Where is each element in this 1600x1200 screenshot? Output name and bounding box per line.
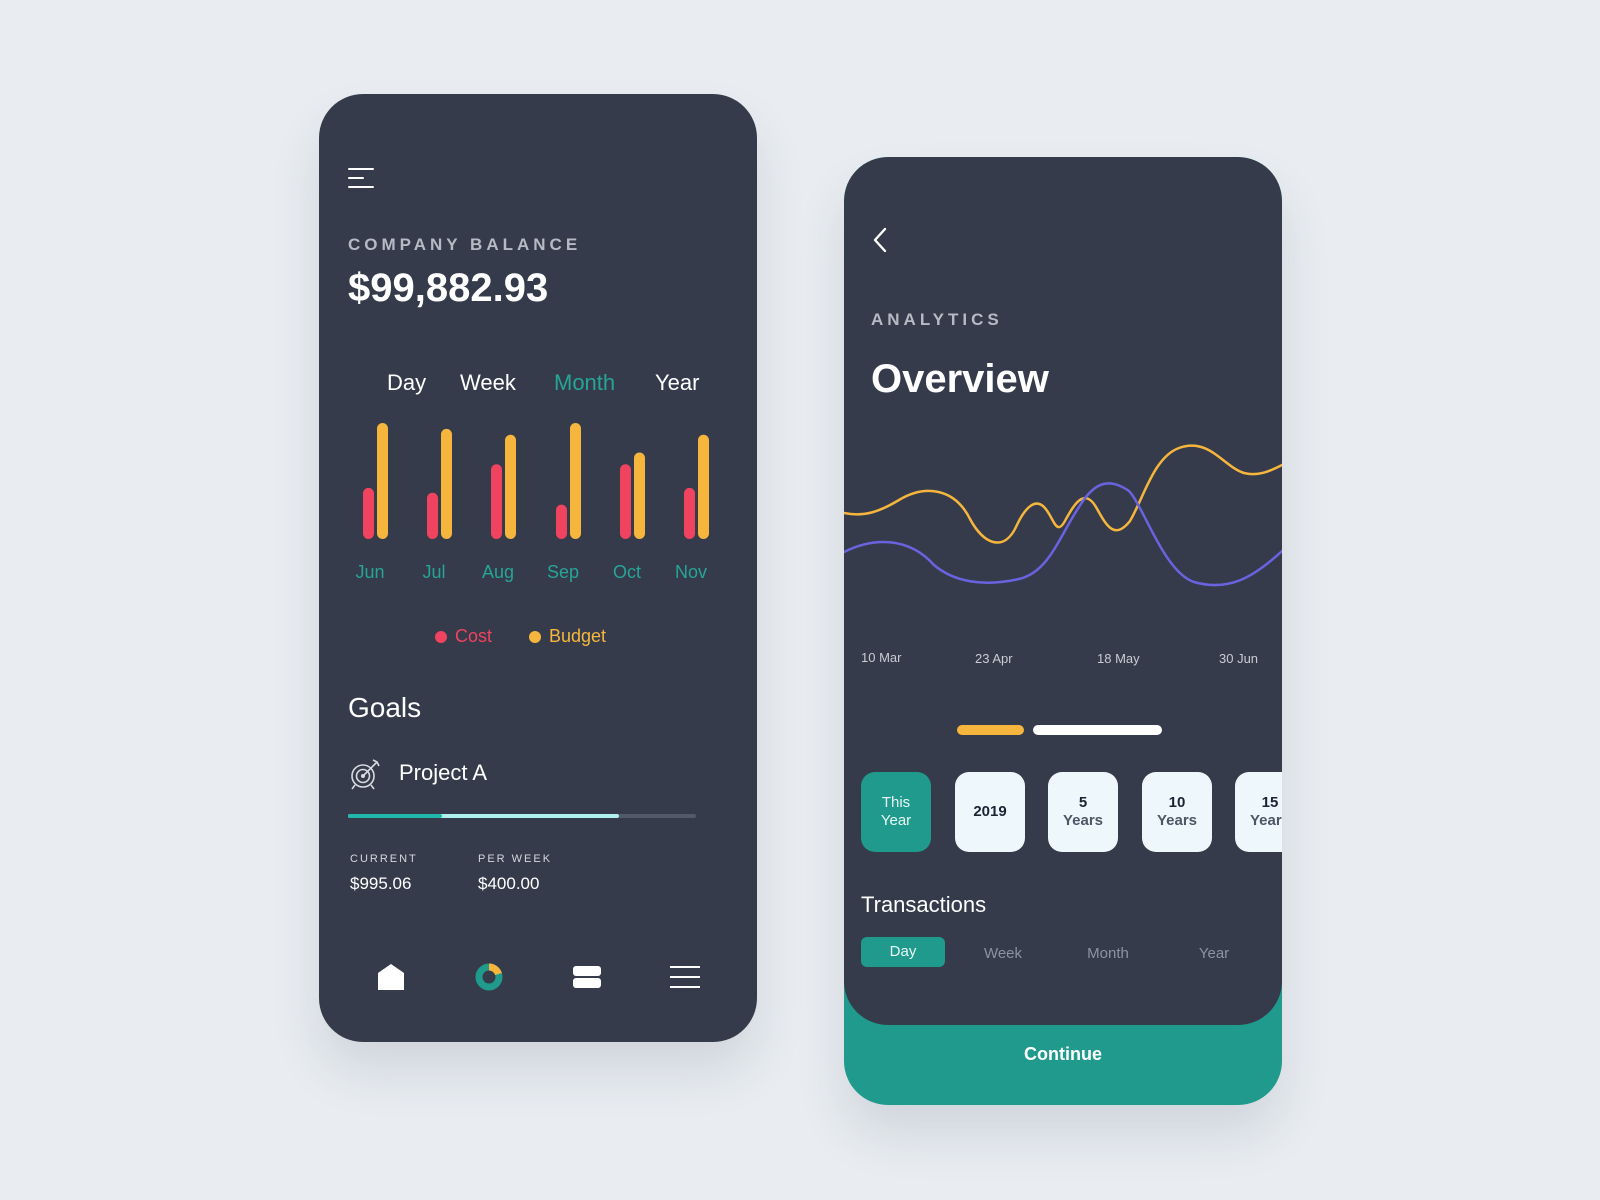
continue-button[interactable]: Continue bbox=[844, 1025, 1282, 1105]
legend-cost-dot bbox=[435, 630, 447, 643]
page-indicator-active[interactable] bbox=[957, 725, 1024, 735]
overview-title: Overview bbox=[871, 357, 1049, 401]
bar-cost-aug bbox=[491, 464, 502, 539]
chip-line1: 15 bbox=[1261, 794, 1279, 811]
bar-budget-sep bbox=[570, 422, 581, 539]
legend-cost: Cost bbox=[435, 626, 492, 647]
company-balance-value: $99,882.93 bbox=[348, 266, 549, 310]
menu-icon[interactable] bbox=[670, 965, 700, 989]
date-label-3: 18 May bbox=[1097, 651, 1140, 666]
month-label-jul: Jul bbox=[422, 562, 445, 582]
date-label-4: 30 Jun bbox=[1219, 651, 1259, 666]
page-indicator-inactive[interactable] bbox=[1033, 725, 1162, 735]
date-label-2: 23 Apr bbox=[975, 651, 1013, 666]
transactions-tab-day[interactable]: Day bbox=[861, 937, 945, 967]
analytics-panel: ANALYTICS Overview 10 Mar 23 Apr 18 May … bbox=[844, 157, 1282, 1025]
legend-cost-label: Cost bbox=[455, 626, 493, 646]
transactions-tab-year[interactable]: Year bbox=[1172, 937, 1256, 967]
goal-progress-current bbox=[348, 814, 442, 818]
bar-cost-sep bbox=[556, 504, 567, 539]
range-chip-15-years[interactable]: 15Years bbox=[1235, 772, 1282, 852]
goals-title: Goals bbox=[348, 692, 422, 723]
chip-line2: Years bbox=[1249, 812, 1282, 829]
month-label-nov: Nov bbox=[675, 562, 707, 582]
tab-year[interactable]: Year bbox=[655, 370, 699, 396]
chip-line2: Year bbox=[880, 812, 912, 829]
bar-budget-jul bbox=[441, 428, 452, 539]
month-label-sep: Sep bbox=[547, 562, 579, 582]
bar-cost-oct bbox=[620, 464, 631, 539]
chip-line2: Years bbox=[1156, 812, 1198, 829]
bar-cost-nov bbox=[684, 487, 695, 539]
current-label: CURRENT bbox=[350, 853, 418, 865]
range-chip-this-year[interactable]: This Year bbox=[861, 772, 931, 852]
transactions-title: Transactions bbox=[861, 892, 987, 917]
target-icon bbox=[351, 759, 380, 790]
current-value: $995.06 bbox=[350, 874, 412, 893]
transactions-tab-week[interactable]: Week bbox=[961, 937, 1045, 967]
date-label-1: 10 Mar bbox=[861, 650, 902, 665]
range-chip-2019[interactable]: 2019 bbox=[955, 772, 1025, 852]
range-chip-5-years[interactable]: 5 Years bbox=[1048, 772, 1118, 852]
analytics-eyebrow: ANALYTICS bbox=[871, 310, 1003, 329]
per-week-label: PER WEEK bbox=[478, 853, 553, 865]
bar-budget-oct bbox=[634, 452, 645, 539]
month-label-aug: Aug bbox=[482, 562, 514, 582]
gold-series-line bbox=[844, 444, 1282, 544]
bar-budget-aug bbox=[505, 434, 516, 539]
analytics-screen: ANALYTICS Overview 10 Mar 23 Apr 18 May … bbox=[844, 157, 1282, 1105]
pie-chart-icon[interactable] bbox=[474, 962, 504, 992]
balance-screen: COMPANY BALANCE $99,882.93 Day Week Mont… bbox=[319, 94, 757, 1042]
month-label-jun: Jun bbox=[355, 562, 384, 582]
legend-budget-label: Budget bbox=[549, 626, 607, 646]
back-chevron-icon[interactable] bbox=[870, 225, 890, 255]
home-icon[interactable] bbox=[376, 962, 406, 992]
chip-line1: 2019 bbox=[973, 803, 1007, 820]
range-chip-10-years[interactable]: 10 Years bbox=[1142, 772, 1212, 852]
bar-cost-jul bbox=[427, 492, 438, 539]
legend-budget-dot bbox=[529, 630, 541, 643]
cost-budget-bar-chart: Jun Jul Aug Sep Oct Nov bbox=[355, 422, 709, 582]
balance-eyebrow: COMPANY BALANCE bbox=[348, 235, 582, 254]
tab-week[interactable]: Week bbox=[460, 370, 516, 396]
bar-budget-nov bbox=[698, 434, 709, 539]
chip-line1: 10 bbox=[1168, 794, 1186, 811]
month-label-oct: Oct bbox=[613, 562, 641, 582]
tab-month[interactable]: Month bbox=[554, 370, 615, 396]
bar-cost-jun bbox=[363, 487, 374, 539]
legend-budget: Budget bbox=[529, 626, 606, 647]
goal-progress-track bbox=[348, 814, 696, 818]
hamburger-menu-button[interactable] bbox=[348, 168, 374, 190]
bar-budget-jun bbox=[377, 422, 388, 539]
transactions-tab-month[interactable]: Month bbox=[1066, 937, 1150, 967]
purple-series-line bbox=[844, 482, 1282, 587]
chip-line2: Years bbox=[1062, 812, 1104, 829]
chip-line1: This bbox=[881, 794, 911, 811]
project-name: Project A bbox=[399, 760, 488, 785]
chip-line1: 5 bbox=[1078, 794, 1088, 811]
tab-day[interactable]: Day bbox=[387, 370, 426, 396]
card-icon[interactable] bbox=[572, 964, 602, 990]
per-week-value: $400.00 bbox=[478, 874, 540, 893]
overview-line-chart bbox=[844, 444, 1282, 587]
